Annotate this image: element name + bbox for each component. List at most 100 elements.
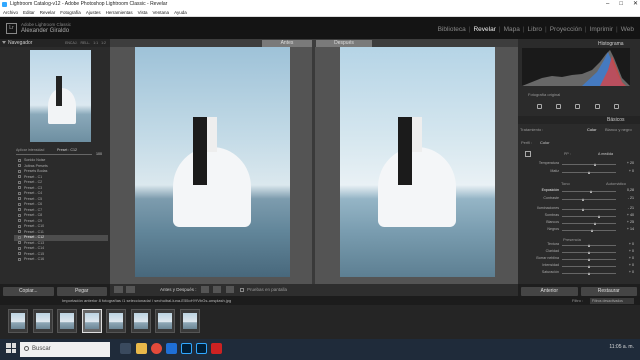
before-after-view-icon[interactable] xyxy=(126,286,135,293)
menu-archivo[interactable]: Archivo xyxy=(3,9,18,16)
filmstrip-thumb[interactable] xyxy=(8,309,28,333)
slider-value[interactable]: + 0 xyxy=(620,169,634,173)
menu-ayuda[interactable]: Ayuda xyxy=(174,9,187,16)
module-imprimir[interactable]: Imprimir xyxy=(590,26,613,33)
slider-value[interactable]: - 21 xyxy=(620,196,634,200)
amount-slider[interactable] xyxy=(16,154,92,155)
wb-select[interactable]: A medida xyxy=(598,152,613,156)
filmstrip-thumb[interactable] xyxy=(155,309,175,333)
swap-settings-icon[interactable] xyxy=(201,286,209,293)
menu-herramientas[interactable]: Herramientas xyxy=(106,9,133,16)
photoshop-icon[interactable] xyxy=(181,343,192,354)
copy-before-icon[interactable] xyxy=(213,286,221,293)
filmstrip-thumb[interactable] xyxy=(106,309,126,333)
slider-value[interactable]: + 0 xyxy=(620,263,634,267)
reset-button[interactable]: Restaurar xyxy=(580,287,637,296)
app-icon[interactable] xyxy=(211,343,222,354)
slider-value[interactable]: + 0 xyxy=(620,270,634,274)
slider-value[interactable]: 0,28 xyxy=(620,188,634,192)
slider-track[interactable] xyxy=(562,216,616,217)
slider-value[interactable]: + 0 xyxy=(620,249,634,253)
close-button[interactable]: ✕ xyxy=(633,0,638,9)
copy-button[interactable]: Copiar... xyxy=(3,287,54,296)
slider-value[interactable]: - 21 xyxy=(620,206,634,210)
slider-value[interactable]: + 0 xyxy=(620,242,634,246)
nav-1-1-option[interactable]: 1:1 xyxy=(93,39,98,47)
slider-knob[interactable] xyxy=(593,163,596,166)
slider-knob[interactable] xyxy=(598,215,601,218)
slider-knob[interactable] xyxy=(587,272,590,275)
menu-ajustes[interactable]: Ajustes xyxy=(86,9,101,16)
maximize-button[interactable]: □ xyxy=(619,0,623,9)
chrome-icon[interactable] xyxy=(151,343,162,354)
filmstrip-info[interactable]: Importación anterior 8 fotografías /1 se… xyxy=(62,296,231,305)
module-libro[interactable]: Libro xyxy=(528,26,542,33)
module-mapa[interactable]: Mapa xyxy=(504,26,520,33)
slider-track[interactable] xyxy=(562,223,616,224)
slider-knob[interactable] xyxy=(587,265,590,268)
slider-knob[interactable] xyxy=(587,171,590,174)
slider-knob[interactable] xyxy=(590,190,593,193)
minimize-button[interactable]: – xyxy=(606,0,609,9)
preset-item[interactable]: Preset - C16 xyxy=(14,257,108,263)
previous-button[interactable]: Anterior xyxy=(521,287,578,296)
slider-knob[interactable] xyxy=(587,258,590,261)
filmstrip-thumb[interactable] xyxy=(32,309,53,333)
menu-fotografia[interactable]: Fotografía xyxy=(60,9,81,16)
filmstrip-thumb[interactable] xyxy=(57,309,77,333)
edit-sliders-icon[interactable] xyxy=(537,103,543,109)
filter-select[interactable]: Filtros desactivados xyxy=(590,298,634,304)
navigator-preview[interactable] xyxy=(30,50,91,142)
module-revelar[interactable]: Revelar xyxy=(473,26,495,33)
nav-fit-option[interactable]: ENCAJ. xyxy=(65,39,77,47)
filmstrip-thumb[interactable] xyxy=(81,309,102,333)
before-after-mode[interactable]: Antes y Después : xyxy=(160,287,197,292)
slider-track[interactable] xyxy=(562,230,616,231)
slider-track[interactable] xyxy=(562,199,616,200)
soft-proof-checkbox[interactable] xyxy=(240,288,244,292)
slider-value[interactable]: + 25 xyxy=(620,220,634,224)
edge-icon[interactable] xyxy=(166,343,177,354)
slider-value[interactable]: + 20 xyxy=(620,161,634,165)
slider-track[interactable] xyxy=(562,191,616,192)
windows-start-icon[interactable] xyxy=(6,343,16,353)
module-proyeccion[interactable]: Proyección xyxy=(550,26,582,33)
slider-value[interactable]: + 0 xyxy=(620,256,634,260)
crop-icon[interactable] xyxy=(556,103,562,109)
slider-knob[interactable] xyxy=(582,208,585,211)
before-photo[interactable] xyxy=(135,47,290,277)
file-explorer-icon[interactable] xyxy=(136,343,147,354)
loupe-view-icon[interactable] xyxy=(114,286,123,293)
paste-button[interactable]: Pegar xyxy=(56,287,107,296)
taskbar-search-input[interactable]: Buscar xyxy=(20,342,110,357)
healing-icon[interactable] xyxy=(575,103,581,109)
navigator-header[interactable]: Navegador ENCAJ. RELL. 1:1 1:2 xyxy=(0,39,110,47)
histogram[interactable] xyxy=(522,48,630,86)
masking-icon[interactable] xyxy=(613,103,619,109)
menu-ventana[interactable]: Ventana xyxy=(153,9,170,16)
after-photo[interactable] xyxy=(340,47,495,277)
lightroom-icon[interactable] xyxy=(196,343,207,354)
menu-editar[interactable]: Editar xyxy=(23,9,35,16)
tone-auto-button[interactable]: Automático xyxy=(606,181,626,186)
slider-knob[interactable] xyxy=(582,198,585,201)
treatment-color-option[interactable]: Color xyxy=(587,127,597,132)
wb-eyedropper-icon[interactable] xyxy=(525,151,531,157)
treatment-bw-option[interactable]: Blanco y negro xyxy=(605,127,632,132)
menu-revelar[interactable]: Revelar xyxy=(40,9,56,16)
menu-vista[interactable]: Vista xyxy=(138,9,148,16)
nav-1-2-option[interactable]: 1:2 xyxy=(101,39,106,47)
slider-value[interactable]: + 40 xyxy=(620,213,634,217)
slider-track[interactable] xyxy=(562,209,616,210)
swap-images-icon[interactable] xyxy=(226,286,234,293)
red-eye-icon[interactable] xyxy=(594,103,600,109)
slider-knob[interactable] xyxy=(593,222,596,225)
nav-fill-option[interactable]: RELL. xyxy=(81,39,91,47)
slider-track[interactable] xyxy=(562,164,616,165)
slider-knob[interactable] xyxy=(591,229,594,232)
filmstrip-thumb[interactable] xyxy=(179,309,200,333)
slider-value[interactable]: + 14 xyxy=(620,227,634,231)
module-web[interactable]: Web xyxy=(621,26,634,33)
profile-select[interactable]: Color xyxy=(540,140,550,145)
slider-knob[interactable] xyxy=(587,244,590,247)
